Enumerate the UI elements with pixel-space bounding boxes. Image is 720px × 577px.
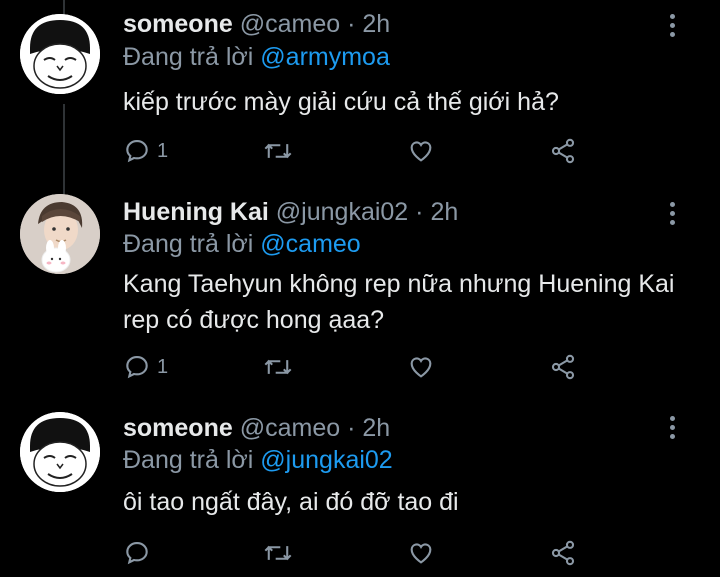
retweet-icon	[264, 143, 292, 159]
reply-icon	[126, 356, 148, 379]
reply-count: 1	[157, 139, 169, 162]
tweet-text: ôi tao ngất đây, ai đó đỡ tao đi	[123, 488, 459, 516]
cartoon-face-icon	[20, 412, 100, 492]
avatar[interactable]	[20, 194, 100, 274]
replying-to-mention[interactable]: @jungkai02	[260, 446, 392, 474]
tweet-actions	[123, 538, 593, 568]
heart-icon	[410, 141, 432, 162]
retweet-button[interactable]	[263, 538, 293, 568]
tweet-text: kiếp trước mày giải cứu cả thế giới hả?	[123, 88, 559, 116]
retweet-button[interactable]	[263, 352, 293, 382]
replying-to-label: Đang trả lời	[123, 446, 254, 474]
replying-to-label: Đang trả lời	[123, 230, 254, 258]
cartoon-face-icon	[20, 14, 100, 94]
share-icon	[551, 540, 575, 566]
user-handle[interactable]: @cameo	[240, 414, 340, 442]
user-handle[interactable]: @jungkai02	[276, 198, 408, 226]
user-handle[interactable]: @cameo	[240, 10, 340, 38]
heart-icon	[410, 357, 432, 378]
avatar[interactable]	[20, 412, 100, 492]
like-button[interactable]	[407, 538, 435, 568]
tweet[interactable]: someone @cameo · 2h Đang trả lời @armymo…	[0, 0, 720, 190]
reply-count: 1	[157, 355, 169, 378]
timestamp[interactable]: 2h	[362, 10, 390, 38]
reply-icon	[126, 542, 148, 565]
timestamp[interactable]: 2h	[362, 414, 390, 442]
replying-to-mention[interactable]: @cameo	[260, 230, 360, 258]
tweet-actions: 1	[123, 136, 593, 166]
reply-button[interactable]	[123, 538, 157, 568]
tweet-text: Kang Taehyun không rep nữa nhưng Huening…	[123, 270, 675, 334]
share-button[interactable]	[549, 136, 577, 166]
more-options-icon[interactable]	[664, 14, 680, 44]
share-icon	[551, 138, 575, 164]
retweet-icon	[264, 545, 292, 561]
heart-icon	[410, 543, 432, 564]
retweet-icon	[264, 359, 292, 375]
share-icon	[551, 354, 575, 380]
separator-dot: ·	[347, 10, 356, 38]
reply-button[interactable]: 1	[123, 352, 168, 382]
tweet[interactable]: someone @cameo · 2h Đang trả lời @jungka…	[0, 400, 720, 577]
display-name[interactable]: Huening Kai	[123, 198, 269, 226]
profile-photo-icon	[20, 194, 100, 274]
share-button[interactable]	[549, 538, 577, 568]
avatar[interactable]	[20, 14, 100, 94]
separator-dot: ·	[347, 414, 356, 442]
retweet-button[interactable]	[263, 136, 293, 166]
like-button[interactable]	[407, 352, 435, 382]
display-name[interactable]: someone	[123, 10, 233, 38]
more-options-icon[interactable]	[664, 202, 680, 232]
more-options-icon[interactable]	[664, 416, 680, 446]
display-name[interactable]: someone	[123, 414, 233, 442]
reply-icon	[126, 140, 148, 163]
replying-to-label: Đang trả lời	[123, 43, 254, 71]
like-button[interactable]	[407, 136, 435, 166]
tweet-actions: 1	[123, 352, 593, 382]
timestamp[interactable]: 2h	[430, 198, 458, 226]
reply-button[interactable]: 1	[123, 136, 168, 166]
replying-to-mention[interactable]: @armymoa	[260, 43, 390, 71]
separator-dot: ·	[415, 198, 424, 226]
share-button[interactable]	[549, 352, 577, 382]
tweet[interactable]: Huening Kai @jungkai02 · 2h Đang trả lời…	[0, 190, 720, 400]
